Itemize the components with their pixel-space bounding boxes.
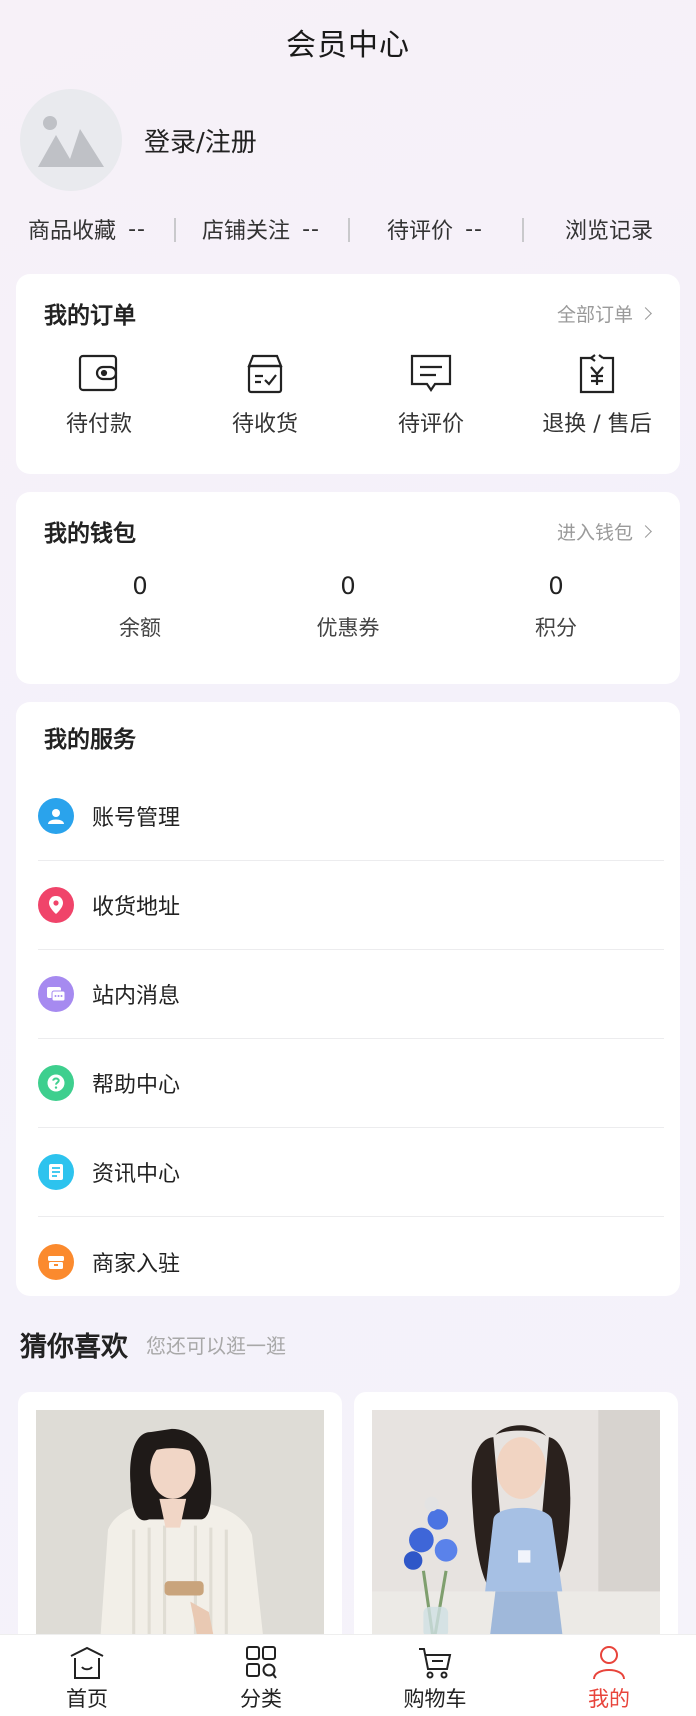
service-label: 站内消息 — [92, 984, 181, 1009]
enter-wallet-link[interactable]: 进入钱包 — [556, 518, 652, 545]
recommend-subtitle: 您还可以逛一逛 — [146, 1333, 286, 1358]
service-account[interactable]: 账号管理 — [38, 772, 664, 861]
stat-label: 店铺关注 — [202, 219, 291, 244]
user-icon — [38, 798, 74, 834]
chevron-right-icon — [639, 306, 652, 320]
service-label: 资讯中心 — [92, 1162, 181, 1187]
product-card[interactable] — [18, 1392, 342, 1672]
avatar[interactable] — [20, 89, 122, 191]
product-image[interactable] — [372, 1410, 660, 1672]
order-pending-review[interactable]: 待评价 — [348, 352, 514, 438]
login-register-link[interactable]: 登录/注册 — [144, 122, 257, 159]
stat-favorites[interactable]: 商品收藏 -- — [0, 213, 174, 245]
order-label: 待收货 — [231, 412, 298, 437]
tab-label: 分类 — [240, 1687, 282, 1711]
tab-label: 购物车 — [403, 1687, 467, 1711]
news-icon — [38, 1154, 74, 1190]
orders-title: 我的订单 — [44, 303, 136, 329]
tab-profile[interactable]: 我的 — [522, 1635, 696, 1716]
home-icon — [70, 1646, 104, 1679]
chevron-right-icon — [639, 524, 652, 538]
stat-label: 待评价 — [387, 219, 454, 244]
wallet-label: 余额 — [119, 616, 161, 640]
profile-section: 登录/注册 — [0, 84, 696, 196]
service-label: 商家入驻 — [92, 1251, 181, 1277]
services-title: 我的服务 — [44, 727, 136, 753]
order-status-row: 待付款 待收货 待评价 退换 / 售后 — [16, 352, 680, 438]
service-label: 帮助中心 — [92, 1073, 181, 1098]
all-orders-label: 全部订单 — [556, 303, 633, 326]
help-icon — [38, 1065, 74, 1101]
wallet-coupons[interactable]: 0 优惠券 — [244, 570, 452, 642]
bottom-tab-bar: 首页 分类 购物车 我的 — [0, 1634, 696, 1716]
message-icon — [38, 976, 74, 1012]
tab-category[interactable]: 分类 — [174, 1635, 348, 1716]
product-image[interactable] — [36, 1410, 324, 1672]
tab-label: 首页 — [66, 1687, 108, 1711]
order-label: 待付款 — [65, 412, 132, 437]
product-card[interactable] — [354, 1392, 678, 1672]
wallet-value: 0 — [132, 572, 148, 600]
recommend-header: 猜你喜欢 您还可以逛一逛 — [0, 1296, 696, 1392]
image-placeholder-icon — [38, 116, 104, 167]
services-card: 我的服务 账号管理 收货地址 站内消息 帮助中心 资讯中心 商家入驻 — [16, 702, 680, 1296]
wallet-icon — [78, 354, 118, 392]
wallet-header: 我的钱包 进入钱包 — [16, 492, 680, 570]
stat-label: 商品收藏 — [28, 219, 117, 244]
order-pending-payment[interactable]: 待付款 — [16, 352, 182, 438]
order-label: 退换 / 售后 — [542, 412, 652, 437]
tab-label: 我的 — [588, 1687, 630, 1711]
package-icon — [247, 354, 283, 394]
wallet-title: 我的钱包 — [44, 521, 136, 547]
category-icon — [246, 1646, 277, 1679]
recommend-title: 猜你喜欢 — [20, 1331, 128, 1363]
tab-home[interactable]: 首页 — [0, 1635, 174, 1716]
order-refund-aftersale[interactable]: 退换 / 售后 — [514, 352, 680, 438]
all-orders-link[interactable]: 全部订单 — [556, 300, 652, 327]
stats-bar: 商品收藏 -- 店铺关注 -- 待评价 -- 浏览记录 — [0, 200, 696, 258]
service-merchant[interactable]: 商家入驻 — [38, 1217, 664, 1306]
stat-label: 浏览记录 — [564, 219, 653, 244]
stat-value: -- — [465, 216, 483, 242]
service-news[interactable]: 资讯中心 — [38, 1128, 664, 1217]
refund-icon — [579, 354, 615, 394]
profile-icon — [593, 1646, 625, 1680]
wallet-label: 积分 — [535, 616, 577, 640]
enter-wallet-label: 进入钱包 — [556, 521, 633, 544]
order-label: 待评价 — [397, 412, 464, 437]
stat-value: -- — [128, 216, 146, 242]
services-header: 我的服务 — [16, 702, 680, 772]
service-messages[interactable]: 站内消息 — [38, 950, 664, 1039]
service-help[interactable]: 帮助中心 — [38, 1039, 664, 1128]
wallet-balance[interactable]: 0 余额 — [36, 570, 244, 642]
cart-icon — [419, 1648, 452, 1679]
service-label: 账号管理 — [92, 806, 181, 831]
page-title: 会员中心 — [286, 28, 410, 63]
service-address[interactable]: 收货地址 — [38, 861, 664, 950]
stat-pending-review[interactable]: 待评价 -- — [348, 213, 522, 245]
service-label: 收货地址 — [92, 895, 181, 920]
stat-history[interactable]: 浏览记录 — [522, 213, 696, 245]
top-bar: 会员中心 — [0, 0, 696, 84]
orders-card: 我的订单 全部订单 待付款 待收货 待评价 退换 / 售后 — [16, 274, 680, 474]
wallet-value: 0 — [340, 572, 356, 600]
wallet-value: 0 — [548, 572, 564, 600]
wallet-card: 我的钱包 进入钱包 0 余额 0 优惠券 0 积分 — [16, 492, 680, 684]
wallet-points[interactable]: 0 积分 — [452, 570, 660, 642]
location-icon — [38, 887, 74, 923]
comment-icon — [410, 354, 452, 392]
wallet-row: 0 余额 0 优惠券 0 积分 — [16, 570, 680, 642]
tab-cart[interactable]: 购物车 — [348, 1635, 522, 1716]
order-pending-receipt[interactable]: 待收货 — [182, 352, 348, 438]
store-icon — [38, 1243, 74, 1280]
wallet-label: 优惠券 — [316, 616, 380, 640]
stat-followed-stores[interactable]: 店铺关注 -- — [174, 213, 348, 245]
orders-header: 我的订单 全部订单 — [16, 274, 680, 352]
stat-value: -- — [302, 216, 320, 242]
product-grid — [0, 1392, 696, 1672]
